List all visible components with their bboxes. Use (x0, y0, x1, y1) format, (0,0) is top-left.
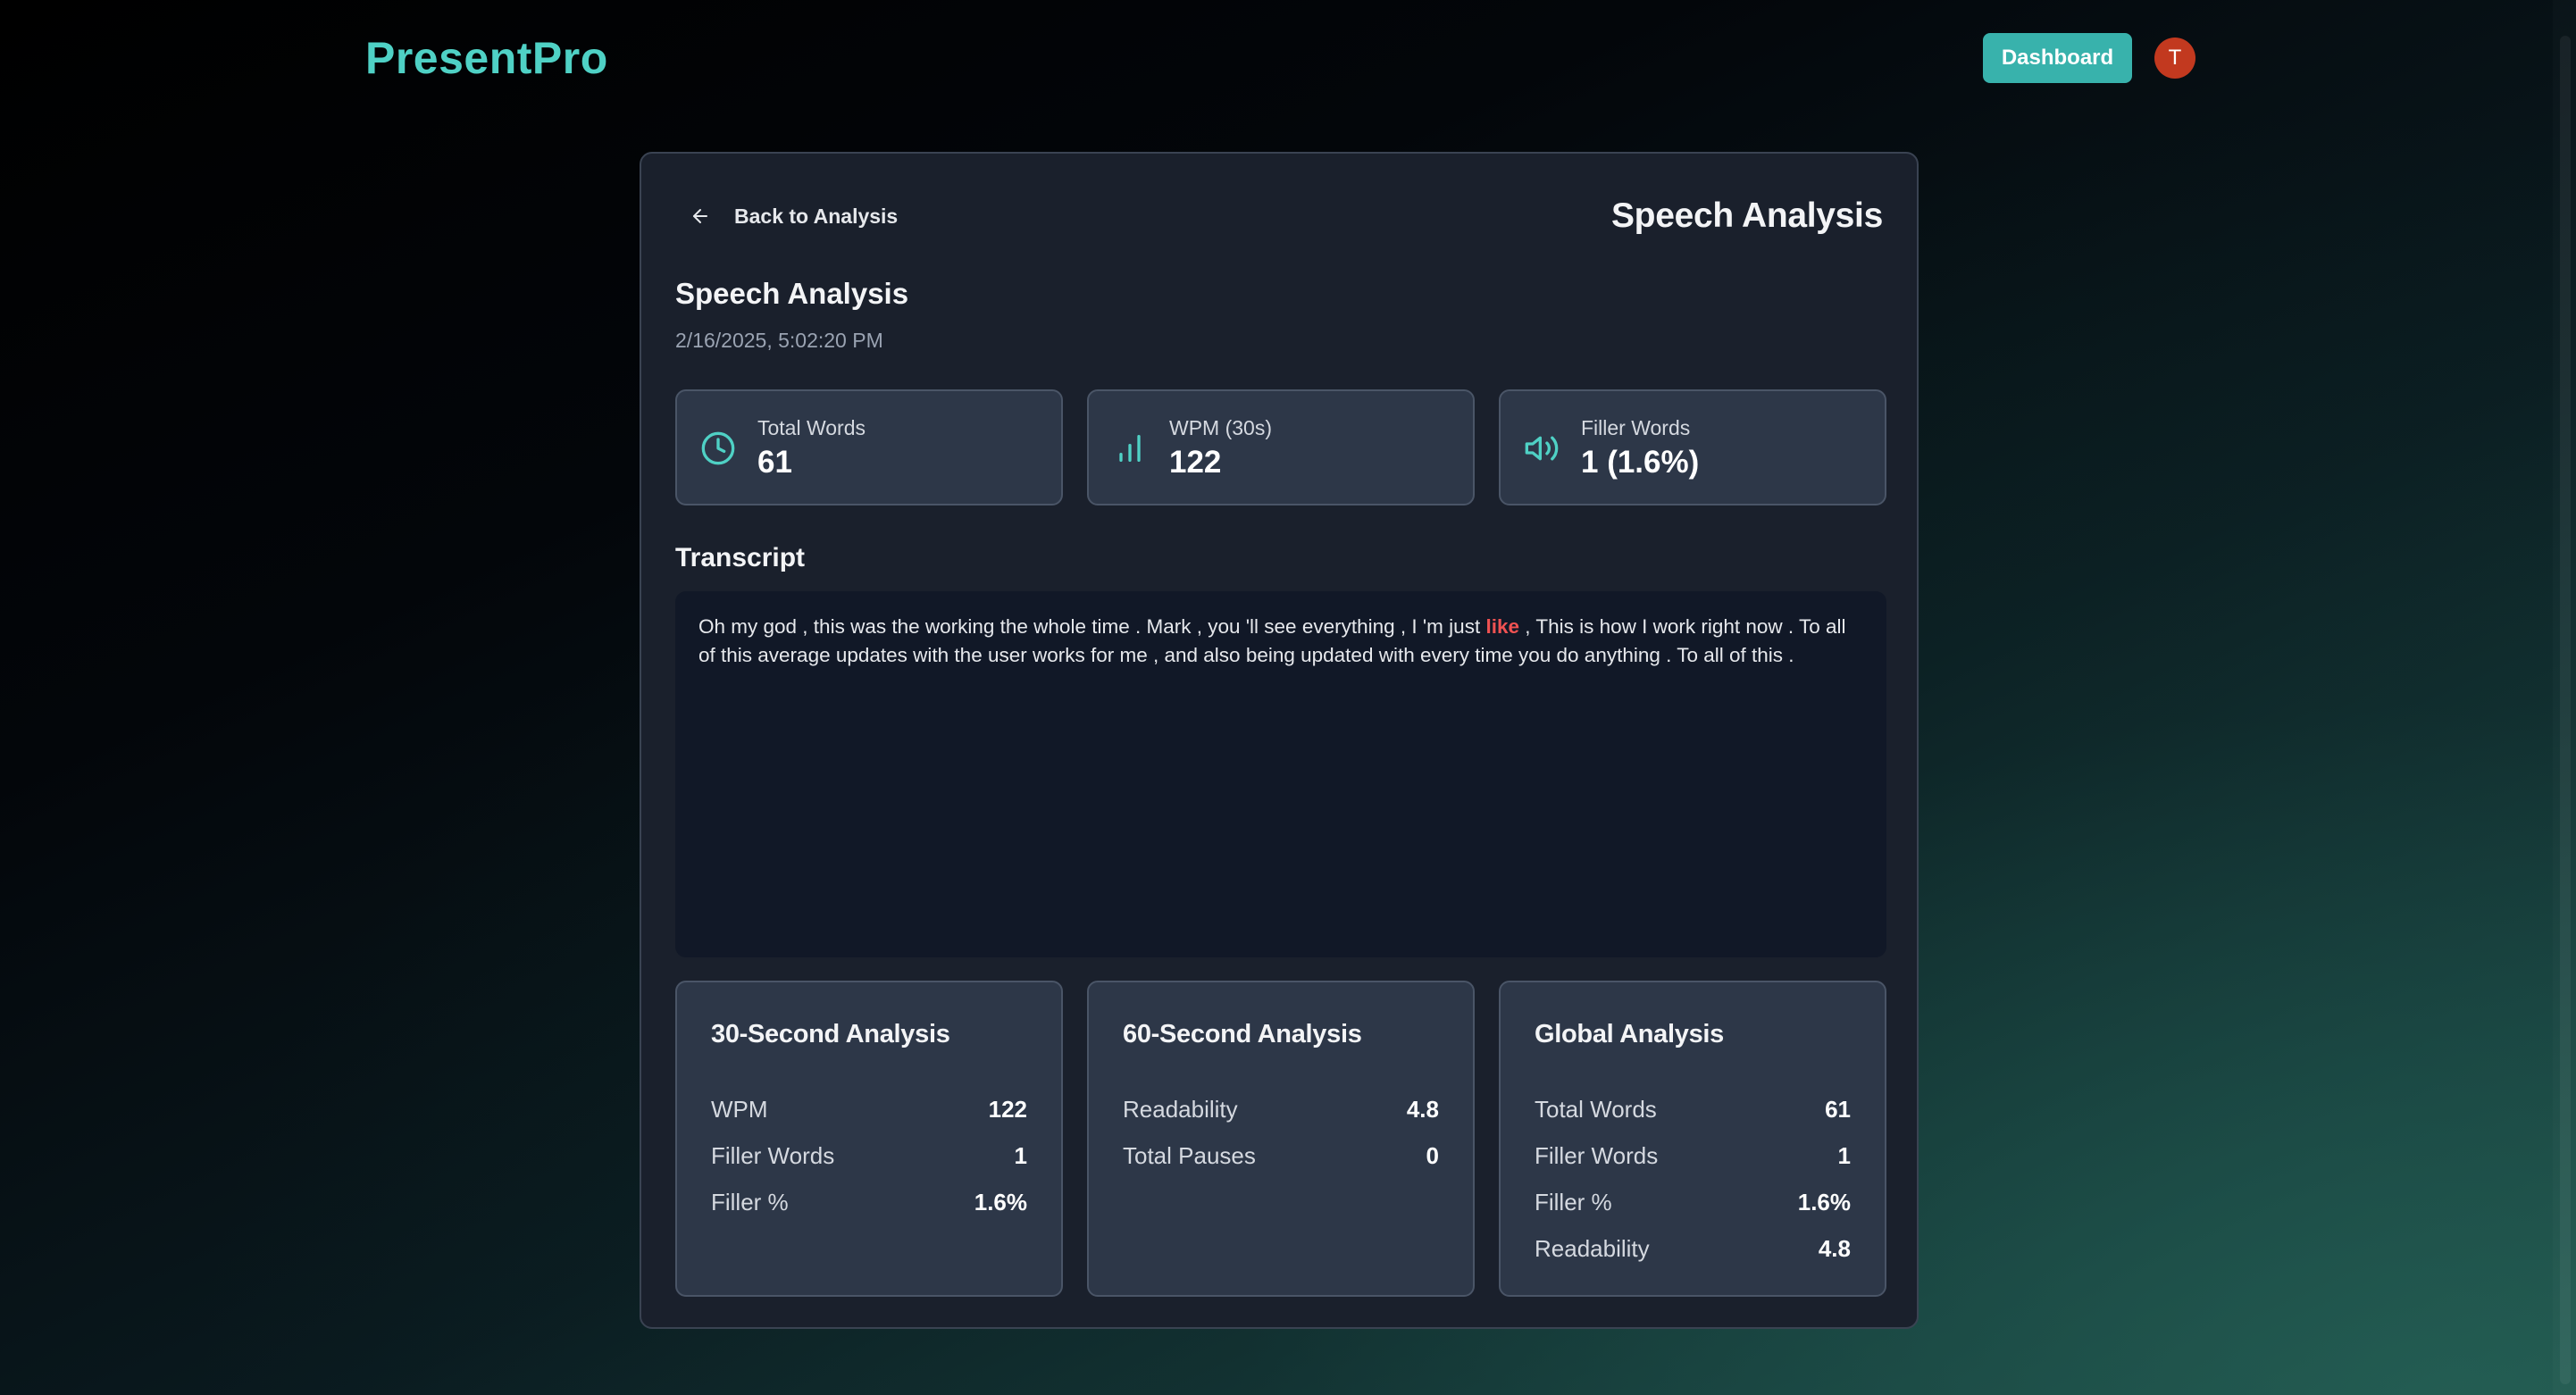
metric-row: Filler % 1.6% (1535, 1179, 1851, 1225)
metric-value: 1 (1837, 1141, 1851, 1169)
metric-value: 4.8 (1406, 1095, 1439, 1123)
stat-wpm: WPM (30s) 122 (1087, 389, 1475, 505)
stat-label: WPM (30s) (1169, 416, 1272, 439)
transcript-box: Oh my god , this was the working the who… (675, 591, 1886, 957)
back-to-analysis-link[interactable]: Back to Analysis (690, 200, 898, 232)
metric-label: Filler % (1535, 1188, 1612, 1215)
speech-analysis-card: Back to Analysis Speech Analysis Speech … (640, 152, 1919, 1329)
metric-row: WPM 122 (711, 1086, 1027, 1132)
analysis-card-title: 60-Second Analysis (1123, 1020, 1362, 1048)
metric-value: 1 (1014, 1141, 1027, 1169)
metric-value: 61 (1825, 1095, 1851, 1123)
stat-label: Total Words (757, 416, 866, 439)
analysis-card-global: Global Analysis Total Words 61 Filler Wor… (1499, 981, 1886, 1297)
speaker-icon (1525, 436, 1559, 461)
page-title: Speech Analysis (1610, 196, 1883, 235)
metric-value: 1.6% (974, 1188, 1027, 1215)
app-logo[interactable]: PresentPro (365, 32, 608, 84)
metric-value: 4.8 (1818, 1234, 1851, 1262)
analysis-card-30s: 30-Second Analysis WPM 122 Filler Words 1 … (675, 981, 1063, 1297)
user-avatar[interactable]: T (2154, 38, 2195, 79)
metric-label: Filler Words (711, 1141, 835, 1169)
arrow-left-icon (693, 209, 707, 223)
metric-label: Readability (1123, 1095, 1238, 1123)
stat-value: 1 (1.6%) (1581, 445, 1700, 480)
metric-row: Total Words 61 (1535, 1086, 1851, 1132)
stat-value: 61 (757, 445, 792, 480)
metric-label: Filler % (711, 1188, 789, 1215)
metric-label: WPM (711, 1095, 768, 1123)
transcript-text: Oh my god , this was the working the who… (698, 615, 1486, 638)
dashboard-button[interactable]: Dashboard (1983, 33, 2132, 83)
scrollbar[interactable] (2553, 0, 2576, 1395)
metric-label: Readability (1535, 1234, 1650, 1262)
metric-label: Filler Words (1535, 1141, 1659, 1169)
filler-word-highlight: like (1485, 615, 1519, 638)
clock-icon (701, 431, 735, 465)
stat-total-words: Total Words 61 (675, 389, 1063, 505)
metric-row: Filler Words 1 (1535, 1132, 1851, 1179)
metric-row: Readability 4.8 (1123, 1086, 1439, 1132)
scrollbar-thumb[interactable] (2560, 36, 2571, 1384)
metric-value: 1.6% (1797, 1188, 1851, 1215)
stat-label: Filler Words (1581, 416, 1691, 439)
metric-row: Filler % 1.6% (711, 1179, 1027, 1225)
back-link-label: Back to Analysis (734, 204, 899, 228)
stat-value: 122 (1169, 445, 1222, 480)
metric-row: Total Pauses 0 (1123, 1132, 1439, 1179)
metric-row: Filler Words 1 (711, 1132, 1027, 1179)
metric-value: 122 (988, 1095, 1027, 1123)
metric-label: Total Words (1535, 1095, 1657, 1123)
section-title: Speech Analysis (675, 277, 909, 310)
stat-filler-words: Filler Words 1 (1.6%) (1499, 389, 1886, 505)
analysis-card-title: Global Analysis (1535, 1020, 1724, 1048)
analysis-card-60s: 60-Second Analysis Readability 4.8 Total … (1087, 981, 1475, 1297)
analysis-card-title: 30-Second Analysis (711, 1020, 950, 1048)
analysis-timestamp: 2/16/2025, 5:02:20 PM (675, 329, 883, 352)
metric-row: Readability 4.8 (1535, 1225, 1851, 1272)
bar-chart-icon (1119, 435, 1141, 462)
metric-value: 0 (1426, 1141, 1439, 1169)
transcript-heading: Transcript (675, 543, 806, 572)
metric-label: Total Pauses (1123, 1141, 1256, 1169)
